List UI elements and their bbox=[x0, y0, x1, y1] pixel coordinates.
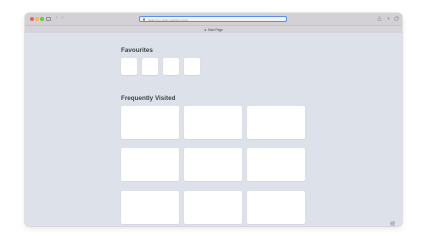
frequently-visited-tile[interactable] bbox=[247, 106, 305, 139]
browser-window: ‹ › Search or enter website name ★Start … bbox=[25, 13, 402, 226]
chevron-right-icon[interactable]: › bbox=[62, 15, 64, 22]
address-placeholder: Search or enter website name bbox=[148, 17, 189, 22]
minimize-window-button[interactable] bbox=[35, 17, 39, 21]
tab-bar: ★Start Page bbox=[25, 25, 402, 33]
zoom-window-button[interactable] bbox=[40, 17, 44, 21]
plus-icon[interactable] bbox=[386, 16, 391, 21]
tab-start-page[interactable]: ★Start Page bbox=[25, 27, 402, 33]
frequently-visited-tile[interactable] bbox=[247, 148, 305, 181]
address-bar[interactable]: Search or enter website name bbox=[139, 16, 287, 22]
favourites-heading: Favourites bbox=[121, 47, 153, 54]
favourite-tile[interactable] bbox=[163, 58, 179, 75]
favourite-tile[interactable] bbox=[184, 58, 200, 75]
frequently-visited-tile[interactable] bbox=[184, 191, 242, 224]
share-icon[interactable] bbox=[377, 16, 382, 21]
tab-title: Start Page bbox=[207, 27, 223, 32]
frequently-visited-tile[interactable] bbox=[121, 148, 179, 181]
frequently-visited-tile[interactable] bbox=[121, 106, 179, 139]
sidebar-toggle-icon[interactable] bbox=[46, 16, 51, 21]
frequently-visited-tile[interactable] bbox=[247, 191, 305, 224]
tab-overview-icon[interactable] bbox=[394, 16, 399, 21]
star-icon: ★ bbox=[204, 27, 207, 32]
favourite-tile[interactable] bbox=[121, 58, 137, 75]
close-window-button[interactable] bbox=[30, 17, 34, 21]
frequently-visited-tile[interactable] bbox=[184, 148, 242, 181]
frequently-visited-heading: Frequently Visited bbox=[121, 95, 176, 102]
chevron-left-icon[interactable]: ‹ bbox=[56, 15, 58, 22]
sliders-icon[interactable] bbox=[389, 214, 396, 226]
frequently-visited-tile[interactable] bbox=[184, 106, 242, 139]
frequently-visited-tile[interactable] bbox=[121, 191, 179, 224]
search-icon bbox=[143, 18, 146, 21]
favourite-tile[interactable] bbox=[142, 58, 158, 75]
toolbar: ‹ › Search or enter website name bbox=[25, 13, 402, 25]
